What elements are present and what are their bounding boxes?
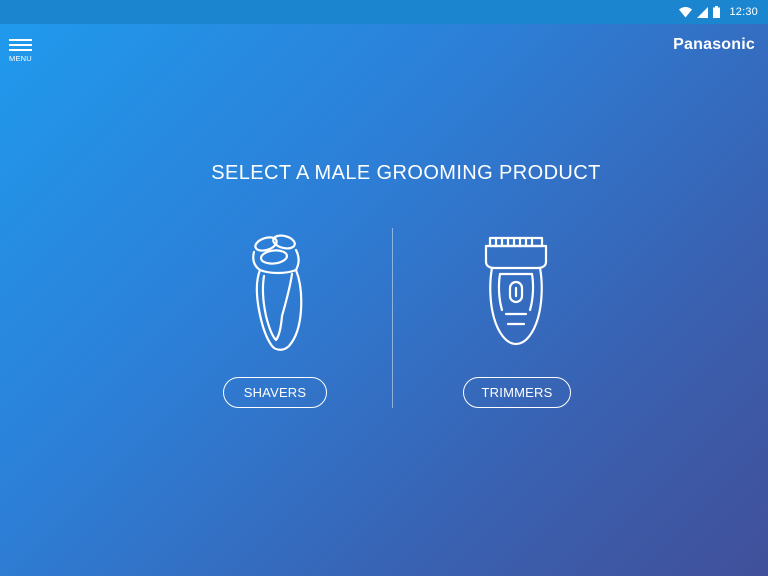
trimmer-icon[interactable] (480, 234, 552, 350)
menu-label: MENU (9, 54, 32, 63)
wifi-icon (679, 6, 693, 18)
hamburger-icon (9, 39, 35, 51)
status-bar: 12:30 (0, 0, 768, 24)
signal-icon (697, 6, 709, 18)
product-divider (392, 228, 393, 408)
trimmers-button[interactable]: TRIMMERS (463, 377, 571, 408)
status-time: 12:30 (729, 6, 758, 18)
status-icons: 12:30 (679, 0, 758, 24)
app-screen: 12:30 MENU Panasonic SELECT A MALE GROOM… (0, 0, 768, 576)
shaver-icon[interactable] (244, 230, 308, 354)
brand-logo: Panasonic (673, 36, 755, 53)
menu-button[interactable]: MENU (9, 39, 35, 65)
page-title: SELECT A MALE GROOMING PRODUCT (211, 162, 601, 184)
battery-icon (713, 6, 721, 18)
shavers-button[interactable]: SHAVERS (223, 377, 327, 408)
